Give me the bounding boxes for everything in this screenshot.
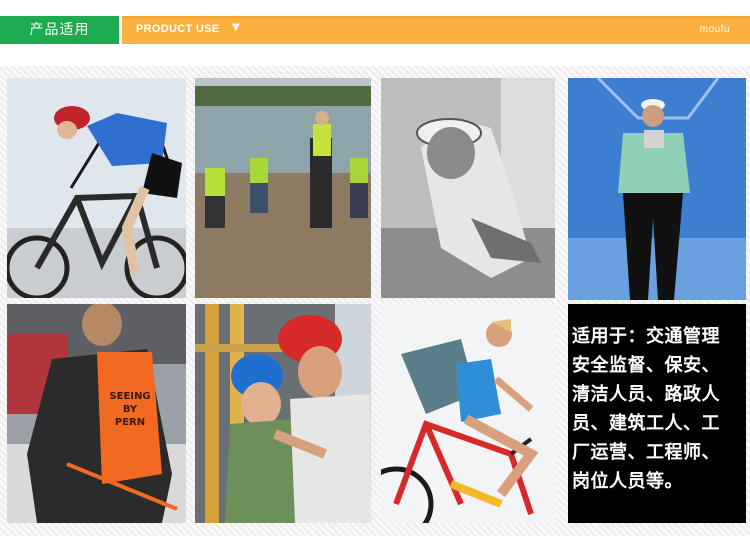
photo-cyclist — [7, 78, 186, 298]
notice-line: 适用于：交通管理 — [572, 326, 720, 347]
product-use-gallery: SEEING BY PERN 适用于：交通管理 安全监督、保安、 清洁人员、路政… — [0, 66, 750, 536]
photo-man-standing — [568, 78, 746, 300]
notice-line: 厂运营、工程师、 — [572, 442, 720, 463]
section-subtitle-bar: PRODUCT USE ▼ moufu — [122, 16, 750, 44]
section-title-cn: 产品适用 — [0, 16, 119, 44]
photo-orange-vest: SEEING BY PERN — [7, 304, 186, 523]
section-header: 产品适用 PRODUCT USE ▼ moufu — [0, 16, 750, 44]
notice-line: 员、建筑工人、工 — [572, 413, 720, 434]
notice-line: 清洁人员、路政人 — [572, 384, 720, 405]
svg-text:BY: BY — [123, 404, 138, 415]
photo-engineers — [195, 304, 371, 523]
notice-line: 岗位人员等。 — [572, 471, 683, 492]
photo-volunteers — [195, 78, 371, 298]
notice-line: 安全监督、保安、 — [572, 355, 720, 376]
svg-text:PERN: PERN — [115, 417, 145, 428]
triangle-down-icon: ▼ — [232, 22, 240, 33]
section-title-en: PRODUCT USE — [136, 23, 220, 35]
photo-construction-worker — [381, 78, 555, 298]
vest-print: SEEING — [109, 391, 150, 402]
application-notice: 适用于：交通管理 安全监督、保安、 清洁人员、路政人 员、建筑工人、工 厂运营、… — [568, 304, 746, 523]
photo-female-cyclist — [381, 304, 556, 523]
brand-watermark: moufu — [699, 24, 730, 35]
